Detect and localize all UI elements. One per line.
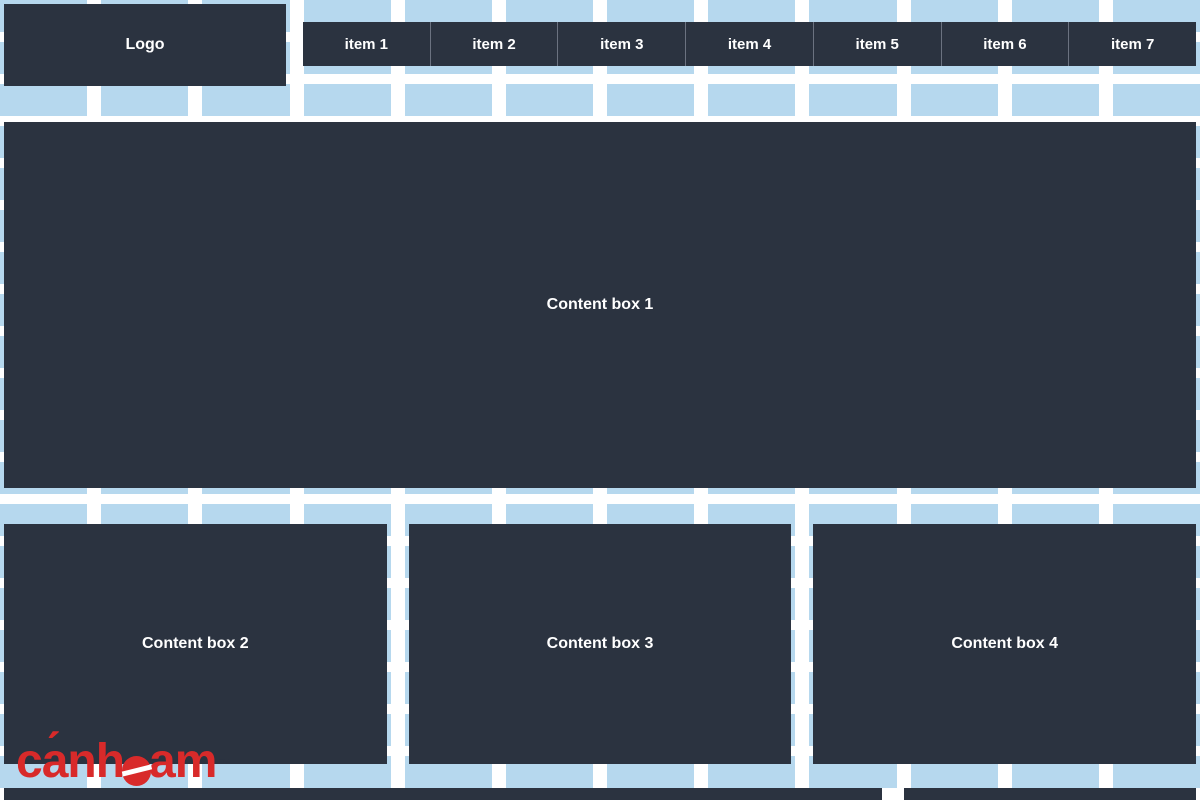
content-row-3col: Content box 2 Content box 3 Content box … [4, 524, 1196, 764]
nav-item-label: item 2 [472, 36, 515, 53]
content-box-4: Content box 4 [813, 524, 1196, 764]
nav-item-3[interactable]: item 3 [558, 22, 686, 66]
content-box-1: Content box 1 [4, 122, 1196, 488]
nav-item-4[interactable]: item 4 [686, 22, 814, 66]
logo-panel[interactable]: Logo [4, 4, 286, 86]
watermark-logo: canham™ [16, 738, 230, 786]
trademark-symbol: ™ [219, 758, 230, 770]
logo-label: Logo [125, 36, 164, 54]
nav-item-label: item 5 [856, 36, 899, 53]
watermark-text: canham [16, 738, 216, 786]
content-row-bottom [4, 788, 1196, 800]
content-box-2: Content box 2 [4, 524, 387, 764]
content-box-2-label: Content box 2 [142, 635, 249, 653]
nav-item-label: item 1 [345, 36, 388, 53]
content-box-1-label: Content box 1 [547, 296, 654, 314]
nav-item-label: item 4 [728, 36, 771, 53]
nav-item-label: item 3 [600, 36, 643, 53]
nav-item-6[interactable]: item 6 [942, 22, 1070, 66]
content-box-bottom-right [904, 788, 1197, 800]
nav-item-5[interactable]: item 5 [814, 22, 942, 66]
ball-icon [122, 756, 152, 786]
main-nav: item 1 item 2 item 3 item 4 item 5 item … [303, 22, 1196, 66]
nav-item-7[interactable]: item 7 [1069, 22, 1196, 66]
nav-item-label: item 7 [1111, 36, 1154, 53]
nav-item-label: item 6 [983, 36, 1026, 53]
content-box-4-label: Content box 4 [951, 635, 1058, 653]
content-box-bottom-left [4, 788, 882, 800]
content-box-3: Content box 3 [409, 524, 792, 764]
content-box-3-label: Content box 3 [547, 635, 654, 653]
nav-item-1[interactable]: item 1 [303, 22, 431, 66]
nav-item-2[interactable]: item 2 [431, 22, 559, 66]
